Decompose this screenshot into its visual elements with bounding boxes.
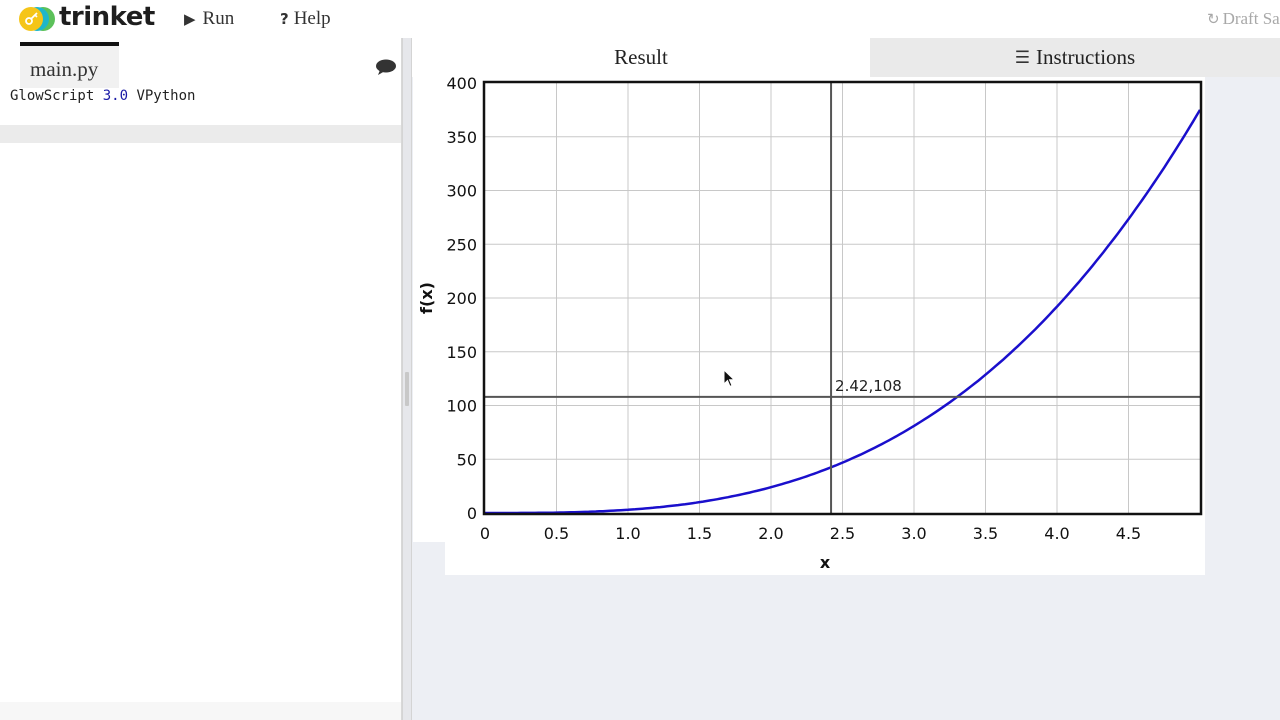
tab-result[interactable]: Result bbox=[412, 38, 870, 77]
x-tick-label: 4.0 bbox=[1044, 524, 1069, 543]
x-tick-label: 3.0 bbox=[901, 524, 926, 543]
run-label: Run bbox=[202, 8, 235, 29]
y-tick-label: 100 bbox=[446, 397, 477, 416]
y-tick-label: 50 bbox=[457, 450, 477, 469]
x-tick-label: 3.5 bbox=[973, 524, 998, 543]
list-icon: ☰ bbox=[1014, 47, 1031, 68]
graph-background bbox=[413, 77, 1205, 542]
y-tick-label: 150 bbox=[446, 343, 477, 362]
y-tick-label: 250 bbox=[446, 235, 477, 254]
refresh-icon: ↻ bbox=[1207, 11, 1220, 28]
tab-instructions-label: Instructions bbox=[1036, 45, 1136, 69]
trinket-logo-icon[interactable] bbox=[18, 5, 56, 33]
y-tick-label: 400 bbox=[446, 77, 477, 93]
x-tick-label: 2.0 bbox=[758, 524, 783, 543]
pane-splitter[interactable] bbox=[402, 38, 412, 720]
y-tick-label: 0 bbox=[467, 504, 477, 523]
top-bar: trinket ▶ Run ? Help ↻ Draft Sa bbox=[0, 0, 1280, 38]
mouse-cursor-icon bbox=[723, 369, 735, 388]
x-tick-label: 4.5 bbox=[1116, 524, 1141, 543]
x-tick-label: 0 bbox=[480, 524, 490, 543]
draft-status-label: Draft Sa bbox=[1222, 9, 1280, 28]
splitter-grip[interactable] bbox=[405, 372, 409, 406]
x-tick-label: 0.5 bbox=[544, 524, 569, 543]
x-tick-label: 2.5 bbox=[830, 524, 855, 543]
active-code-line[interactable] bbox=[0, 125, 401, 143]
play-icon: ▶ bbox=[184, 11, 196, 28]
code-token-text: VPython bbox=[128, 88, 196, 104]
code-token-number: 3.0 bbox=[102, 88, 129, 104]
code-token-keyword: GlowScript bbox=[10, 88, 103, 104]
file-tab-label: main.py bbox=[30, 57, 99, 81]
x-tick-label: 1.5 bbox=[687, 524, 712, 543]
crosshair-label: 2.42,108 bbox=[835, 377, 902, 395]
editor-footer bbox=[0, 702, 401, 720]
run-button[interactable]: ▶ Run bbox=[184, 8, 234, 30]
y-axis-label: f(x) bbox=[417, 282, 436, 314]
draft-status: ↻ Draft Sa bbox=[1207, 9, 1280, 29]
code-line[interactable]: GlowScript 3.0 VPython bbox=[10, 88, 195, 105]
graph-canvas[interactable]: 2.42,108 0 0.5 1.0 1.5 2.0 2.5 3.0 3.5 4.0 4.5 0 50… bbox=[413, 77, 1205, 575]
y-tick-label: 350 bbox=[446, 128, 477, 147]
y-tick-label: 200 bbox=[446, 289, 477, 308]
help-button[interactable]: ? Help bbox=[280, 8, 331, 30]
tab-instructions[interactable]: ☰ Instructions bbox=[870, 38, 1280, 77]
brand-name[interactable]: trinket bbox=[59, 2, 155, 32]
x-axis-label: x bbox=[820, 553, 831, 572]
help-label: Help bbox=[293, 8, 331, 29]
code-editor[interactable]: GlowScript 3.0 VPython bbox=[0, 88, 401, 720]
tab-result-label: Result bbox=[614, 45, 668, 69]
x-tick-label: 1.0 bbox=[615, 524, 640, 543]
editor-pane: main.py GlowScript 3.0 VPython bbox=[0, 38, 402, 720]
file-tab-main-py[interactable]: main.py bbox=[20, 42, 119, 88]
y-tick-label: 300 bbox=[446, 182, 477, 201]
question-icon: ? bbox=[280, 10, 289, 28]
comment-icon[interactable] bbox=[375, 58, 397, 76]
